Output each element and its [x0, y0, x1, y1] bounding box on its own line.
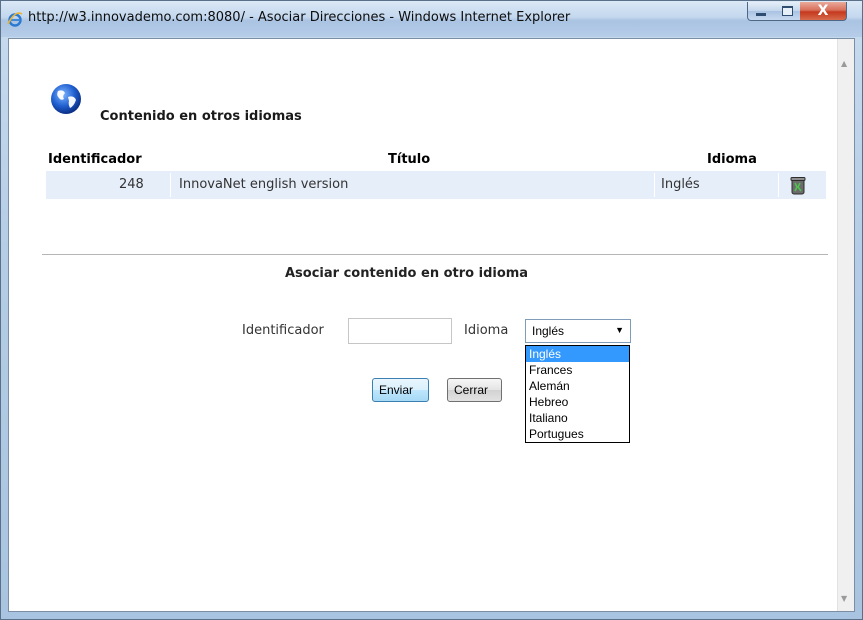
- language-option-ingles[interactable]: Inglés: [526, 346, 629, 362]
- language-label: Idioma: [464, 323, 509, 338]
- row-id: 248: [119, 177, 144, 192]
- title-bar[interactable]: http://w3.innovademo.com:8080/ - Asociar…: [1, 1, 862, 37]
- maximize-icon: [781, 6, 793, 16]
- language-option-italiano[interactable]: Italiano: [526, 410, 629, 426]
- column-header-id: Identificador: [48, 152, 142, 167]
- browser-window: http://w3.innovademo.com:8080/ - Asociar…: [0, 0, 863, 620]
- identifier-input[interactable]: [348, 318, 452, 344]
- table-row: 248 InnovaNet english version Inglés: [46, 171, 826, 199]
- page-content: Contenido en otros idiomas Identificador…: [8, 38, 855, 612]
- language-select[interactable]: Inglés ▼: [525, 319, 631, 343]
- column-header-title: Título: [388, 152, 431, 167]
- column-header-language: Idioma: [707, 152, 757, 167]
- language-option-hebreo[interactable]: Hebreo: [526, 394, 629, 410]
- minimize-button[interactable]: [747, 2, 775, 21]
- row-title: InnovaNet english version: [179, 177, 349, 192]
- cell-divider: [170, 173, 171, 197]
- minimize-icon: [756, 12, 766, 16]
- language-option-portugues[interactable]: Portugues: [526, 426, 629, 442]
- vertical-scrollbar[interactable]: ▲ ▼: [837, 39, 854, 611]
- internet-explorer-icon: [7, 12, 23, 27]
- window-title: http://w3.innovademo.com:8080/ - Asociar…: [28, 10, 571, 25]
- language-dropdown-list: Inglés Frances Alemán Hebreo Italiano Po…: [525, 345, 630, 443]
- scroll-down-icon[interactable]: ▼: [841, 594, 847, 603]
- cell-divider: [654, 173, 655, 197]
- maximize-button[interactable]: [774, 2, 801, 21]
- form-heading: Asociar contenido en otro idioma: [285, 266, 529, 281]
- row-language: Inglés: [661, 177, 700, 192]
- chevron-down-icon[interactable]: ▼: [615, 325, 624, 335]
- section-heading: Contenido en otros idiomas: [100, 109, 302, 124]
- language-option-frances[interactable]: Frances: [526, 362, 629, 378]
- language-option-aleman[interactable]: Alemán: [526, 378, 629, 394]
- identifier-label: Identificador: [242, 323, 324, 338]
- cell-divider: [778, 173, 779, 197]
- scroll-up-icon[interactable]: ▲: [841, 59, 847, 68]
- globe-icon: [51, 84, 81, 114]
- language-select-value: Inglés: [532, 324, 565, 338]
- send-button[interactable]: Enviar: [372, 378, 429, 402]
- divider: [42, 254, 828, 255]
- close-button[interactable]: Cerrar: [447, 378, 502, 402]
- close-window-button[interactable]: X: [800, 2, 847, 21]
- trash-icon[interactable]: [789, 175, 807, 195]
- close-icon: X: [817, 3, 829, 19]
